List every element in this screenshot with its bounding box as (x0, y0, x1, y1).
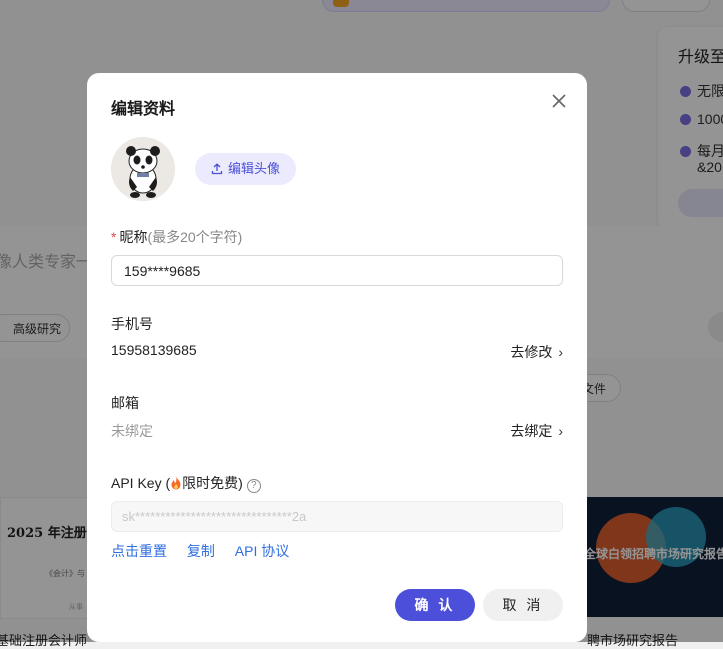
nickname-label: * 昵称(最多20个字符) (111, 229, 243, 245)
copy-key-link[interactable]: 复制 (187, 543, 215, 559)
email-label: 邮箱 (111, 395, 139, 411)
phone-label: 手机号 (111, 316, 153, 332)
nickname-input[interactable] (111, 255, 563, 286)
close-icon[interactable] (549, 91, 569, 111)
edit-profile-modal: 编辑资料 编辑头像 * 昵称(最多20个字符) 159****9685 手机号 … (87, 73, 587, 642)
help-icon[interactable]: ? (246, 479, 261, 493)
chevron-right-icon: › (558, 423, 563, 439)
avatar (111, 137, 175, 201)
api-key-field: sk*******************************2a (111, 501, 563, 532)
confirm-button[interactable]: 确 认 (395, 589, 475, 621)
modal-title: 编辑资料 (111, 101, 176, 118)
edit-avatar-button[interactable]: 编辑头像 (195, 153, 296, 185)
bind-email-link[interactable]: 去绑定 › (510, 421, 563, 441)
api-agreement-link[interactable]: API 协议 (235, 543, 289, 559)
nickname-hint: (最多20个字符) (147, 229, 243, 245)
upload-icon (211, 155, 223, 187)
phone-value: 15958139685 (111, 342, 197, 358)
cancel-button[interactable]: 取 消 (483, 589, 563, 621)
required-mark: * (111, 229, 117, 245)
reset-key-link[interactable]: 点击重置 (111, 543, 167, 559)
edit-avatar-label: 编辑头像 (227, 161, 280, 176)
email-value: 未绑定 (111, 423, 153, 439)
api-key-actions: 点击重置 复制 API 协议 (111, 541, 305, 561)
api-key-label: API Key (限时免费)? (111, 473, 261, 493)
change-phone-link[interactable]: 去修改 › (510, 342, 563, 362)
fire-icon (170, 476, 182, 490)
chevron-right-icon: › (558, 344, 563, 360)
